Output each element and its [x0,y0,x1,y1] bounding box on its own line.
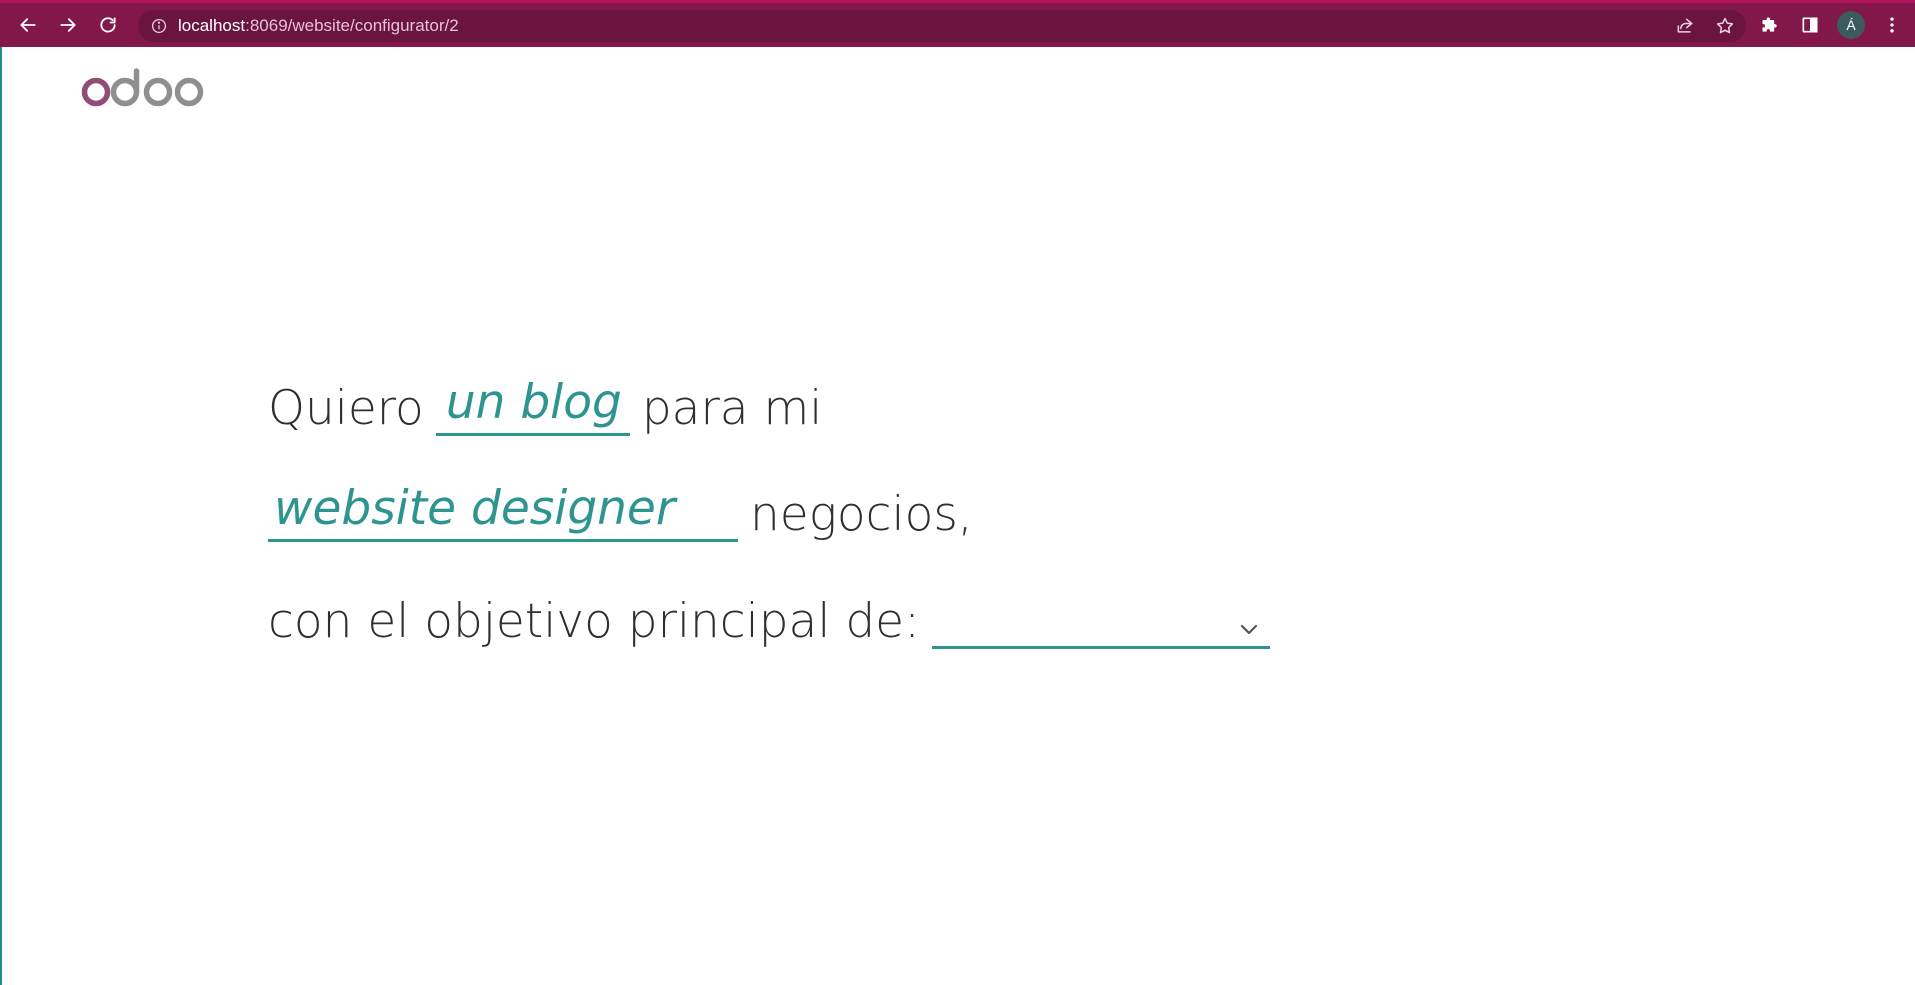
forward-button[interactable] [48,5,88,45]
side-panel-icon[interactable] [1797,12,1823,38]
odoo-logo [81,68,204,107]
back-button[interactable] [8,5,48,45]
industry-input[interactable]: website designer [268,483,738,542]
arrow-left-icon [20,18,36,32]
sentence-line-1: Quiero un blog para mi [268,377,822,436]
configurator-page: Quiero un blog para mi website designer … [0,47,1915,985]
sentence-prefix: Quiero [268,380,424,436]
profile-avatar[interactable]: Á [1837,11,1865,39]
more-menu-icon[interactable] [1879,12,1905,38]
reload-button[interactable] [88,5,128,45]
browser-toolbar: localhost:8069/website/configurator/2 Á [0,0,1915,47]
reload-icon [100,17,116,33]
website-type-field[interactable]: un blog [435,377,630,436]
url-path: :8069/website/configurator/2 [245,16,459,35]
url-text[interactable]: localhost:8069/website/configurator/2 [178,16,459,36]
site-info-icon[interactable] [150,17,168,35]
sentence-business: negocios, [750,486,973,542]
url-host: localhost [178,16,246,35]
sentence-line-3: con el objetivo principal de: [268,594,1270,649]
objective-select[interactable] [931,609,1270,649]
address-bar[interactable]: localhost:8069/website/configurator/2 [138,10,1746,42]
chevron-down-icon [1240,624,1258,635]
sentence-line-2: website designer negocios, [268,483,973,542]
arrow-right-icon [60,18,76,32]
objective-label: con el objetivo principal de: [268,594,920,649]
share-icon[interactable] [1674,15,1696,37]
sentence-connector: para mi [641,380,823,436]
bookmark-star-icon[interactable] [1714,15,1736,37]
extensions-puzzle-icon[interactable] [1757,12,1783,38]
